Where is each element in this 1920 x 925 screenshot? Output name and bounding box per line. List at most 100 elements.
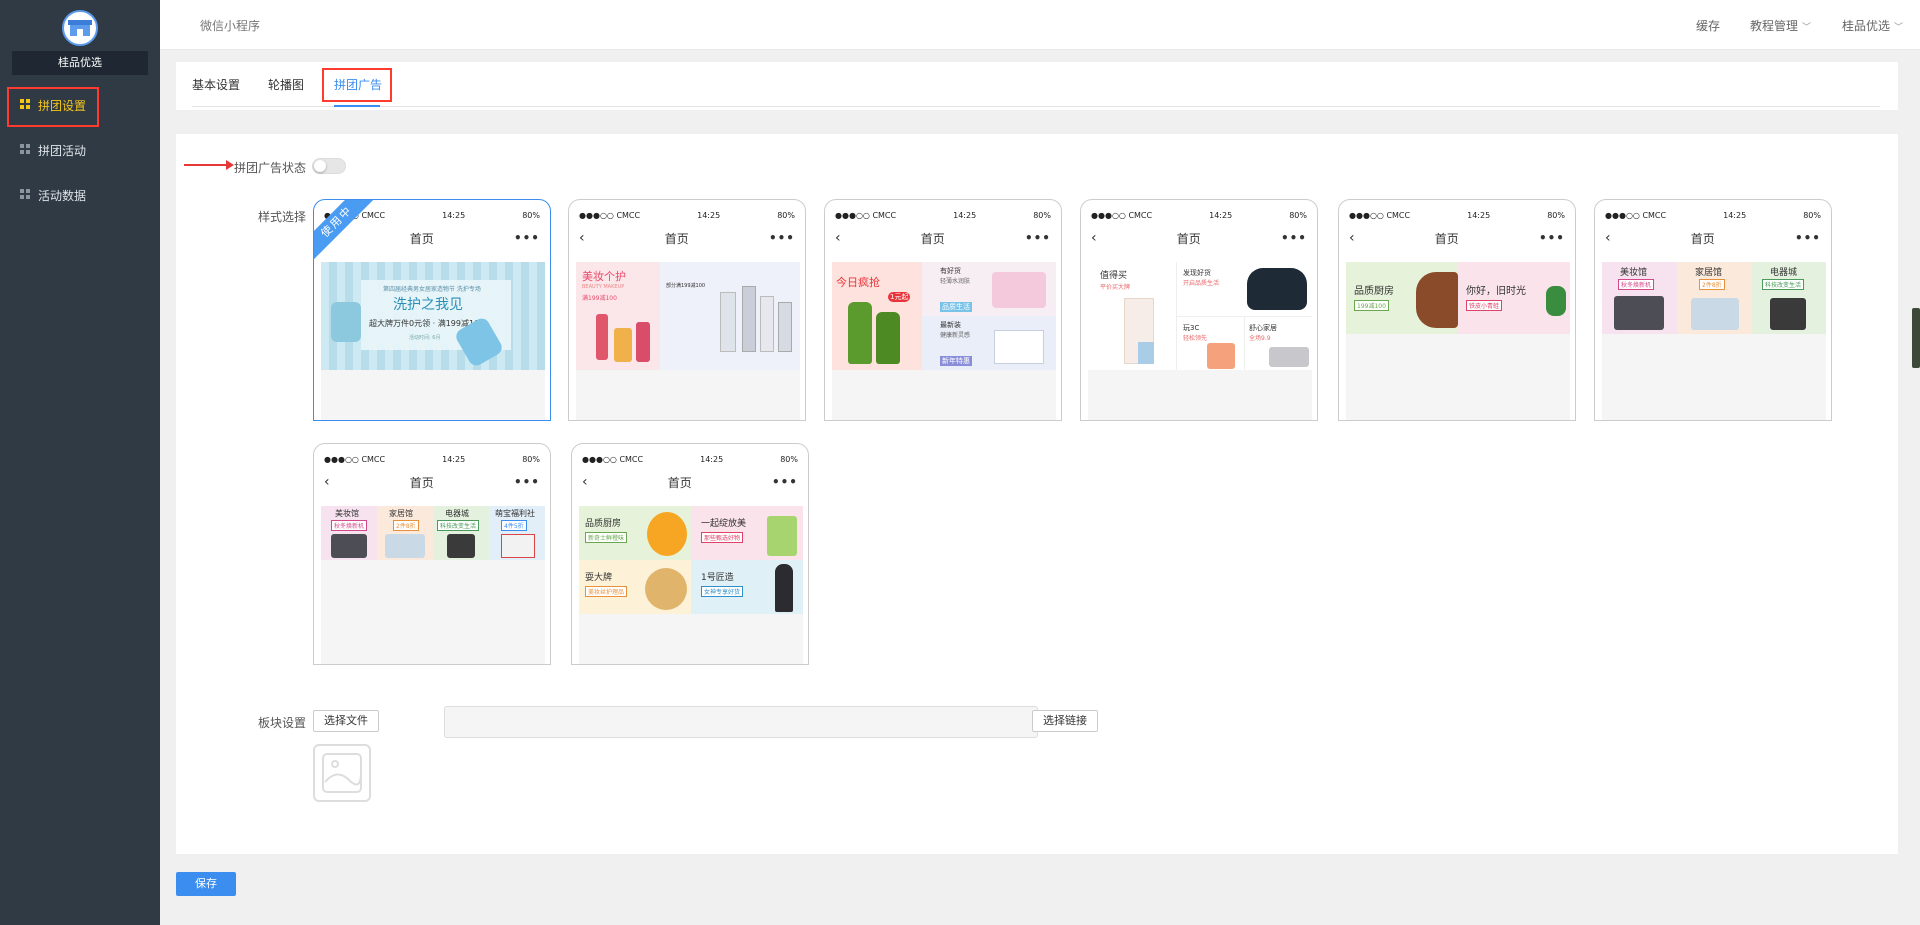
- back-icon: ‹: [1091, 230, 1097, 246]
- block-tag: 新奇士鲜橙味: [585, 532, 628, 543]
- ad-block: 家居馆 2件8折: [377, 506, 433, 560]
- status-bar: ●●●○○ CMCC 14:25 80%: [569, 200, 805, 230]
- ad-block: 玩3C 轻松领先: [1176, 316, 1244, 370]
- style-card-7[interactable]: ●●●○○ CMCC 14:25 80% ‹ 首页 ••• 美妆馆 秋冬焕新机 家居馆 …: [313, 443, 551, 665]
- block-subtitle: 开启品质生活: [1183, 280, 1220, 287]
- product-image: [636, 322, 650, 362]
- ad-block: 发现好货 开启品质生活: [1176, 262, 1312, 316]
- block-tag: 2件8折: [1699, 279, 1725, 290]
- style-card-4[interactable]: ●●●○○ CMCC 14:25 80% ‹ 首页 ••• 值得买 平价买大牌 发现好货…: [1080, 199, 1318, 421]
- sidebar-item-activity-data[interactable]: 活动数据: [0, 176, 160, 214]
- banner-date: 活动时间: 6月: [409, 335, 441, 341]
- block-subtitle: 全场9.9: [1249, 335, 1271, 342]
- status-bar: ●●●○○ CMCC 14:25 80%: [1081, 200, 1317, 230]
- in-use-ribbon: 使用中: [314, 200, 382, 268]
- ad-block: 品质厨房 新奇士鲜橙味: [579, 506, 691, 560]
- main-panel: 拼团广告状态 样式选择 ●●●○○ CMCC 14:25 80% ‹ 首页 ••• 第四…: [176, 134, 1898, 854]
- tutorial-menu[interactable]: 教程管理 ﹀: [1750, 17, 1811, 34]
- block-tag: 铁皮小青蛙: [1466, 300, 1503, 311]
- block-tag: 科技改变生活: [437, 520, 480, 531]
- ad-block: 家居馆 2件8折: [1677, 262, 1752, 334]
- sidebar-item-group-settings[interactable]: 拼团设置: [0, 86, 160, 127]
- ad-block: 最新装 健康新灵感 新年特惠: [922, 316, 1056, 370]
- phone-nav: ‹ 首页 •••: [1339, 230, 1575, 246]
- more-icon: •••: [1794, 231, 1821, 245]
- phone-title: 首页: [920, 231, 945, 246]
- block-title: 舒心家居: [1249, 324, 1277, 332]
- card-body: 品质厨房 新奇士鲜橙味 一起绽放美 那些甄选好物 耍大牌 美妆丝护理品 1号匠造…: [579, 506, 803, 664]
- battery: 80%: [777, 210, 795, 220]
- style-card-5[interactable]: ●●●○○ CMCC 14:25 80% ‹ 首页 ••• 品质厨房 199减100 你…: [1338, 199, 1576, 421]
- grid-icon: [20, 143, 30, 157]
- carrier: ●●●○○ CMCC: [1349, 210, 1411, 220]
- block-tag: 199减100: [1354, 300, 1389, 311]
- product-image: [385, 534, 425, 558]
- image-placeholder-icon[interactable]: [313, 744, 371, 802]
- toggle-knob: [314, 160, 326, 172]
- product-image: [994, 330, 1044, 364]
- product-image: [614, 328, 632, 362]
- more-icon: •••: [513, 475, 540, 489]
- link-input[interactable]: [444, 706, 1038, 738]
- block-tag: 新年特惠: [940, 356, 972, 366]
- block-tag: 秋冬焕新机: [331, 520, 368, 531]
- ad-block: 一起绽放美 那些甄选好物: [691, 506, 803, 560]
- grid-icon: [20, 188, 30, 202]
- block-tag: 4件5折: [501, 520, 527, 531]
- product-image: [1691, 298, 1739, 330]
- clock: 14:25: [1209, 210, 1233, 220]
- product-image: [1269, 347, 1309, 367]
- style-label: 样式选择: [258, 210, 307, 224]
- card-body: 美妆馆 秋冬焕新机 家居馆 2件8折 电器城 科技改变生活 萌宝福利社 4件5折: [321, 506, 545, 664]
- phone-nav: ‹ 首页 •••: [1595, 230, 1831, 246]
- ad-block: 值得买 平价买大牌: [1088, 262, 1176, 370]
- cache-link[interactable]: 缓存: [1696, 17, 1720, 34]
- ad-block: 1号匠造 女神专享好货: [691, 560, 803, 614]
- style-card-3[interactable]: ●●●○○ CMCC 14:25 80% ‹ 首页 ••• 今日疯抢 1元起 有好货 轻…: [824, 199, 1062, 421]
- phone-title: 首页: [1434, 231, 1459, 246]
- product-image: [775, 564, 793, 612]
- block-title: 1号匠造: [701, 573, 734, 583]
- ad-block: 有好货 轻薄水润肤 品质生活: [922, 262, 1056, 316]
- style-card-6[interactable]: ●●●○○ CMCC 14:25 80% ‹ 首页 ••• 美妆馆 秋冬焕新机 家居馆 …: [1594, 199, 1832, 421]
- battery: 80%: [522, 454, 540, 464]
- breadcrumb[interactable]: 微信小程序: [200, 17, 260, 34]
- clock: 14:25: [697, 210, 721, 220]
- block-subtitle: 轻松领先: [1183, 335, 1208, 342]
- style-card-1[interactable]: ●●●○○ CMCC14:2580% ‹首页••• 第四届经典男女居家造物节 洗…: [313, 199, 551, 421]
- product-image: [647, 512, 687, 556]
- banner-subtitle: 第四届经典男女居家造物节 洗护专场: [383, 286, 481, 293]
- carrier: ●●●○○ CMCC: [835, 210, 897, 220]
- clock: 14:25: [700, 454, 724, 464]
- product-image: [1247, 268, 1307, 310]
- block-note: 部分满199减100: [666, 283, 706, 289]
- tab-carousel[interactable]: 轮播图: [268, 62, 304, 108]
- sidebar-item-group-activity[interactable]: 拼团活动: [0, 131, 160, 169]
- phone-title: 首页: [409, 475, 434, 490]
- ad-block: 萌宝福利社 4件5折: [489, 506, 545, 560]
- block-subtitle: BEAUTY MAKEUP: [582, 284, 625, 290]
- save-button[interactable]: 保存: [176, 872, 236, 896]
- tab-active-indicator: [334, 105, 380, 107]
- phone-title: 首页: [667, 475, 692, 490]
- more-icon: •••: [1538, 231, 1565, 245]
- status-bar: ●●●○○ CMCC 14:25 80%: [314, 444, 550, 474]
- style-card-8[interactable]: ●●●○○ CMCC 14:25 80% ‹ 首页 ••• 品质厨房 新奇士鲜橙味 一起…: [571, 443, 809, 665]
- store-logo-icon: [62, 10, 98, 46]
- card-body: 品质厨房 199减100 你好，旧时光 铁皮小青蛙: [1346, 262, 1570, 420]
- tab-basic-settings[interactable]: 基本设置: [192, 62, 240, 108]
- status-toggle[interactable]: [312, 158, 346, 174]
- top-bar: 微信小程序 缓存 教程管理 ﹀ 桂品优选 ﹀: [160, 0, 1920, 50]
- sidebar-item-label: 活动数据: [38, 188, 87, 203]
- user-menu[interactable]: 桂品优选 ﹀: [1842, 17, 1903, 34]
- sidebar-item-label: 拼团设置: [38, 98, 87, 113]
- block-subtitle: 平价买大牌: [1100, 284, 1131, 291]
- status-bar: ●●●○○ CMCC 14:25 80%: [825, 200, 1061, 230]
- choose-link-button[interactable]: 选择链接: [1032, 710, 1098, 732]
- scrollbar[interactable]: [1912, 308, 1920, 368]
- style-card-2[interactable]: ●●●○○ CMCC 14:25 80% ‹ 首页 ••• 美妆个护 BEAUTY MA…: [568, 199, 806, 421]
- grid-icon: [20, 98, 30, 112]
- block-tag: 品质生活: [940, 302, 972, 312]
- choose-file-button[interactable]: 选择文件: [313, 710, 379, 732]
- carrier: ●●●○○ CMCC: [582, 454, 644, 464]
